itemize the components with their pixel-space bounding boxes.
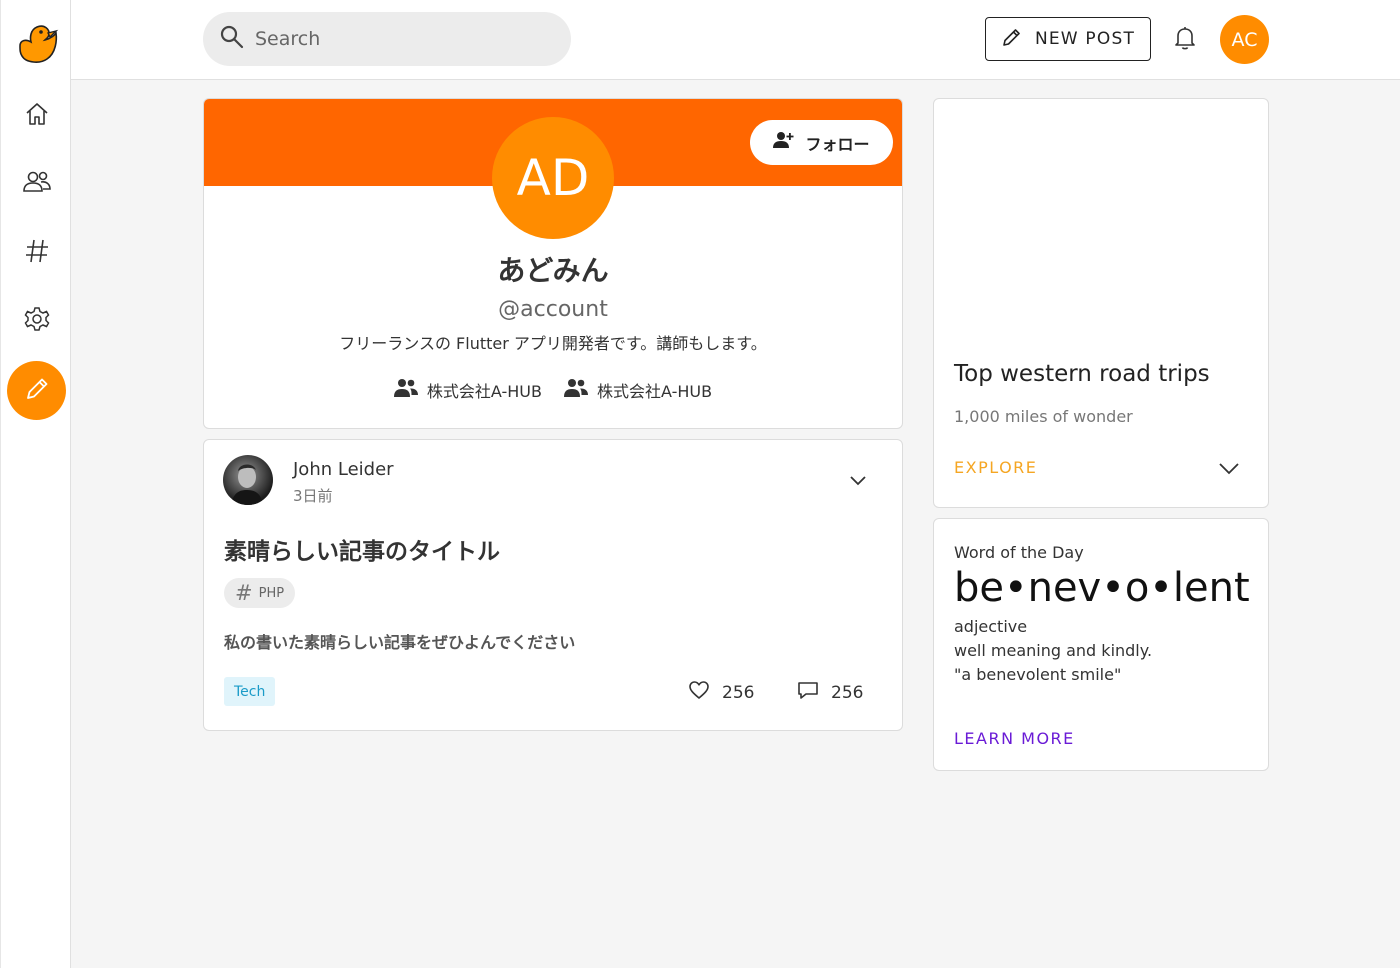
nav-hashtag[interactable] [18, 234, 56, 272]
user-avatar[interactable]: AC [1220, 15, 1269, 64]
chevron-down-icon [1216, 463, 1242, 485]
org-name: 株式会社A-HUB [426, 382, 542, 401]
author-name[interactable]: John Leider [293, 459, 394, 480]
duck-logo-icon[interactable] [14, 20, 60, 66]
search-icon [219, 24, 245, 54]
chevron-down-icon [846, 476, 870, 496]
comment-button[interactable]: 256 [797, 680, 863, 705]
search-input[interactable] [255, 28, 555, 50]
post-card[interactable]: John Leider 3日前 素晴らしい記事のタイトル # PHP 私の書いた… [203, 439, 903, 731]
gear-icon [23, 305, 51, 337]
people-icon [22, 168, 52, 200]
trip-card: Top western road trips 1,000 miles of wo… [933, 98, 1269, 508]
word-definition: well meaning and kindly. [954, 641, 1153, 660]
word-part-of-speech: adjective [954, 617, 1028, 636]
profile-initials: AD [516, 149, 590, 207]
hashtag-icon [24, 237, 50, 269]
new-post-button[interactable]: NEW POST [985, 17, 1151, 61]
pencil-icon [23, 375, 51, 407]
bell-icon [1172, 24, 1198, 56]
new-post-label: NEW POST [1034, 29, 1136, 49]
comment-count: 256 [831, 682, 864, 703]
post-excerpt: 私の書いた素晴らしい記事をぜひよんでください [224, 633, 576, 652]
notifications-button[interactable] [1171, 24, 1199, 56]
home-icon [23, 100, 51, 132]
top-bar: NEW POST AC [71, 0, 1400, 80]
like-button[interactable]: 256 [688, 680, 754, 705]
explore-button[interactable]: EXPLORE [954, 458, 1037, 477]
trip-title: Top western road trips [954, 361, 1210, 387]
comment-icon [797, 680, 819, 705]
profile-orgs: 株式会社A-HUB 株式会社A-HUB [204, 378, 902, 402]
profile-handle: @account [498, 297, 608, 322]
expand-trip-button[interactable] [1216, 455, 1242, 481]
org-item[interactable]: 株式会社A-HUB [393, 378, 542, 402]
nav-people[interactable] [18, 165, 56, 203]
heart-icon [688, 680, 710, 705]
word-label: Word of the Day [954, 543, 1084, 562]
user-initials: AC [1231, 28, 1258, 51]
group-icon [393, 378, 418, 402]
profile-name: あどみん [497, 254, 609, 287]
category-label: Tech [234, 683, 266, 700]
nav-home[interactable] [18, 97, 56, 135]
pencil-icon [1001, 26, 1023, 53]
post-tag[interactable]: # PHP [224, 578, 296, 608]
learn-more-button[interactable]: LEARN MORE [954, 729, 1075, 748]
like-count: 256 [722, 682, 755, 703]
profile-avatar: AD [492, 117, 614, 239]
word-example: "a benevolent smile" [954, 665, 1122, 684]
hashtag-icon: # [235, 581, 253, 605]
category-chip[interactable]: Tech [224, 677, 276, 706]
word-of-day-card: Word of the Day be•nev•o•lent adjective … [933, 518, 1269, 771]
post-tag-label: PHP [258, 585, 285, 601]
search-box[interactable] [203, 12, 571, 66]
follow-button[interactable]: フォロー [750, 120, 893, 165]
profile-bio: フリーランスの Flutter アプリ開発者です。講師もします。 [339, 334, 767, 353]
compose-fab-button[interactable] [7, 361, 66, 420]
profile-card: AD フォロー あどみん @account フリーランスの Flutter アプ… [203, 98, 903, 429]
trip-subtitle: 1,000 miles of wonder [954, 407, 1133, 426]
org-name: 株式会社A-HUB [597, 382, 713, 401]
group-icon [564, 378, 588, 402]
post-time: 3日前 [293, 487, 333, 505]
nav-settings[interactable] [18, 302, 56, 340]
post-title[interactable]: 素晴らしい記事のタイトル [224, 532, 500, 566]
add-person-icon [773, 130, 795, 155]
word-term: be•nev•o•lent [954, 565, 1250, 611]
author-avatar[interactable] [223, 455, 273, 505]
expand-button[interactable] [846, 468, 870, 492]
follow-label: フォロー [805, 136, 870, 154]
org-item[interactable]: 株式会社A-HUB [564, 378, 712, 402]
side-rail [0, 0, 71, 968]
